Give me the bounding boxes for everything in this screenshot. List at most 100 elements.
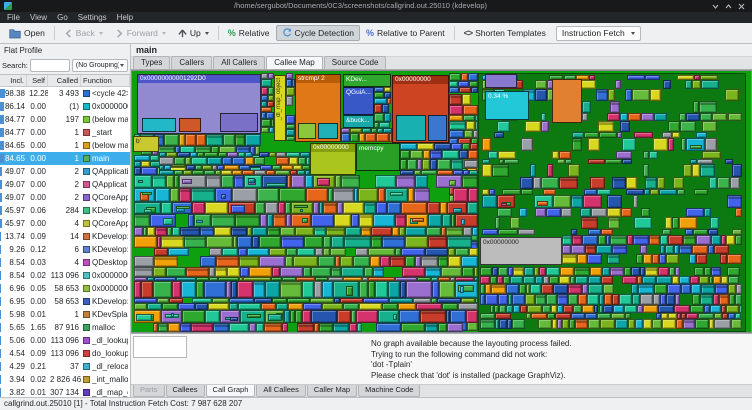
table-row[interactable]: 49.070.002QApplicati (0, 165, 130, 178)
treemap-tile[interactable] (462, 143, 471, 150)
treemap-tile[interactable] (134, 167, 141, 175)
treemap-tile[interactable] (191, 188, 215, 201)
treemap-tile[interactable] (686, 113, 700, 121)
treemap-tile[interactable] (306, 188, 329, 201)
menu-go[interactable]: Go (52, 12, 73, 23)
treemap-tile[interactable] (176, 206, 190, 209)
treemap-tile[interactable] (267, 227, 280, 237)
treemap-tile[interactable] (159, 157, 174, 165)
treemap-tile[interactable] (622, 138, 636, 151)
treemap-tile[interactable] (222, 248, 238, 256)
treemap-tile[interactable] (230, 317, 238, 321)
graph-overview[interactable] (133, 336, 187, 358)
treemap-tile[interactable] (392, 227, 399, 237)
treemap-tile[interactable] (459, 87, 471, 94)
callee-treemap[interactable]: 0x0x00000000001292D0_dl_map_objectstrcmp… (131, 70, 752, 333)
treemap-tile[interactable] (640, 245, 647, 254)
treemap-tile[interactable] (692, 164, 699, 177)
treemap-tile[interactable] (222, 157, 231, 165)
treemap-tile[interactable] (461, 219, 465, 225)
table-row[interactable]: 98.3812.283 493<cycle 42> (0, 87, 130, 100)
treemap-tile[interactable] (702, 121, 717, 132)
treemap-tile[interactable] (286, 87, 295, 95)
treemap-block[interactable] (428, 115, 447, 141)
treemap-tile[interactable] (373, 267, 384, 277)
treemap-tile[interactable] (458, 303, 478, 310)
treemap-tile[interactable] (658, 267, 669, 276)
treemap-tile[interactable] (673, 177, 684, 189)
treemap-block[interactable]: 0x00000000 (310, 143, 356, 175)
treemap-tile[interactable] (677, 189, 685, 195)
treemap-tile[interactable] (461, 73, 468, 81)
treemap-tile[interactable] (735, 235, 742, 245)
treemap-tile[interactable] (400, 143, 417, 150)
treemap-tile[interactable] (643, 305, 658, 313)
treemap-tile[interactable] (728, 113, 742, 121)
treemap-tile[interactable] (667, 284, 681, 294)
treemap-tile[interactable] (134, 155, 150, 162)
treemap-tile[interactable] (571, 245, 584, 254)
treemap-tile[interactable] (449, 180, 455, 187)
treemap-tile[interactable] (582, 235, 597, 245)
search-input[interactable] (30, 59, 70, 72)
tab-all-callers[interactable]: All Callers (213, 56, 265, 69)
treemap-tile[interactable] (142, 192, 152, 195)
treemap-tile[interactable] (513, 267, 524, 276)
table-row[interactable]: 49.070.002QCoreAppl (0, 191, 130, 204)
treemap-tile[interactable] (368, 281, 376, 297)
treemap-tile[interactable] (266, 112, 274, 119)
treemap-tile[interactable] (588, 284, 603, 294)
treemap-tile[interactable] (587, 294, 599, 305)
treemap-tile[interactable] (518, 229, 535, 235)
treemap-tile[interactable] (269, 152, 276, 157)
treemap-block[interactable]: KDev... (343, 74, 391, 87)
treemap-tile[interactable] (654, 284, 667, 294)
treemap-tile[interactable] (252, 227, 268, 237)
treemap-block[interactable] (552, 79, 582, 123)
treemap-tile[interactable] (314, 227, 326, 237)
treemap-tile[interactable] (728, 276, 739, 284)
treemap-tile[interactable] (559, 276, 570, 284)
treemap-tile[interactable] (317, 178, 330, 186)
treemap-tile[interactable] (726, 305, 739, 313)
treemap-tile[interactable] (239, 256, 259, 267)
treemap-tile[interactable] (231, 227, 247, 237)
treemap-tile[interactable] (286, 136, 295, 141)
treemap-tile[interactable] (610, 235, 627, 245)
treemap-block[interactable]: _dl_map_object (274, 75, 286, 141)
treemap-tile[interactable] (715, 284, 728, 294)
treemap-tile[interactable] (191, 157, 206, 165)
up-button[interactable]: Up (172, 25, 215, 41)
treemap-tile[interactable] (612, 294, 619, 305)
treemap-tile[interactable] (631, 267, 640, 276)
treemap-tile[interactable] (393, 314, 397, 321)
treemap-tile[interactable] (638, 284, 654, 294)
treemap-tile[interactable] (470, 143, 478, 150)
treemap-tile[interactable] (304, 236, 323, 247)
treemap-tile[interactable] (315, 248, 323, 256)
treemap-tile[interactable] (154, 248, 168, 256)
treemap-tile[interactable] (727, 267, 741, 276)
treemap-tile[interactable] (161, 202, 172, 215)
treemap-tile[interactable] (475, 121, 478, 130)
treemap-tile[interactable] (343, 303, 360, 310)
treemap-tile[interactable] (162, 303, 177, 310)
treemap-tile[interactable] (549, 276, 559, 284)
forward-button[interactable]: Forward (109, 25, 172, 41)
treemap-tile[interactable] (276, 303, 289, 310)
column-function[interactable]: Function (81, 75, 130, 86)
treemap-tile[interactable] (192, 202, 204, 215)
treemap-tile[interactable] (441, 267, 462, 277)
treemap-tile[interactable] (543, 189, 556, 195)
treemap-tile[interactable] (428, 214, 442, 226)
treemap-tile[interactable] (482, 229, 498, 235)
treemap-tile[interactable] (605, 159, 622, 164)
treemap-tile[interactable] (141, 167, 157, 175)
open-button[interactable]: Open (3, 25, 51, 42)
treemap-tile[interactable] (237, 281, 253, 297)
treemap-tile[interactable] (134, 236, 157, 247)
treemap-tile[interactable] (229, 323, 249, 332)
treemap-tile[interactable] (147, 227, 155, 237)
event-type-combo[interactable]: Instruction Fetch (556, 26, 641, 41)
treemap-tile[interactable] (491, 284, 506, 294)
